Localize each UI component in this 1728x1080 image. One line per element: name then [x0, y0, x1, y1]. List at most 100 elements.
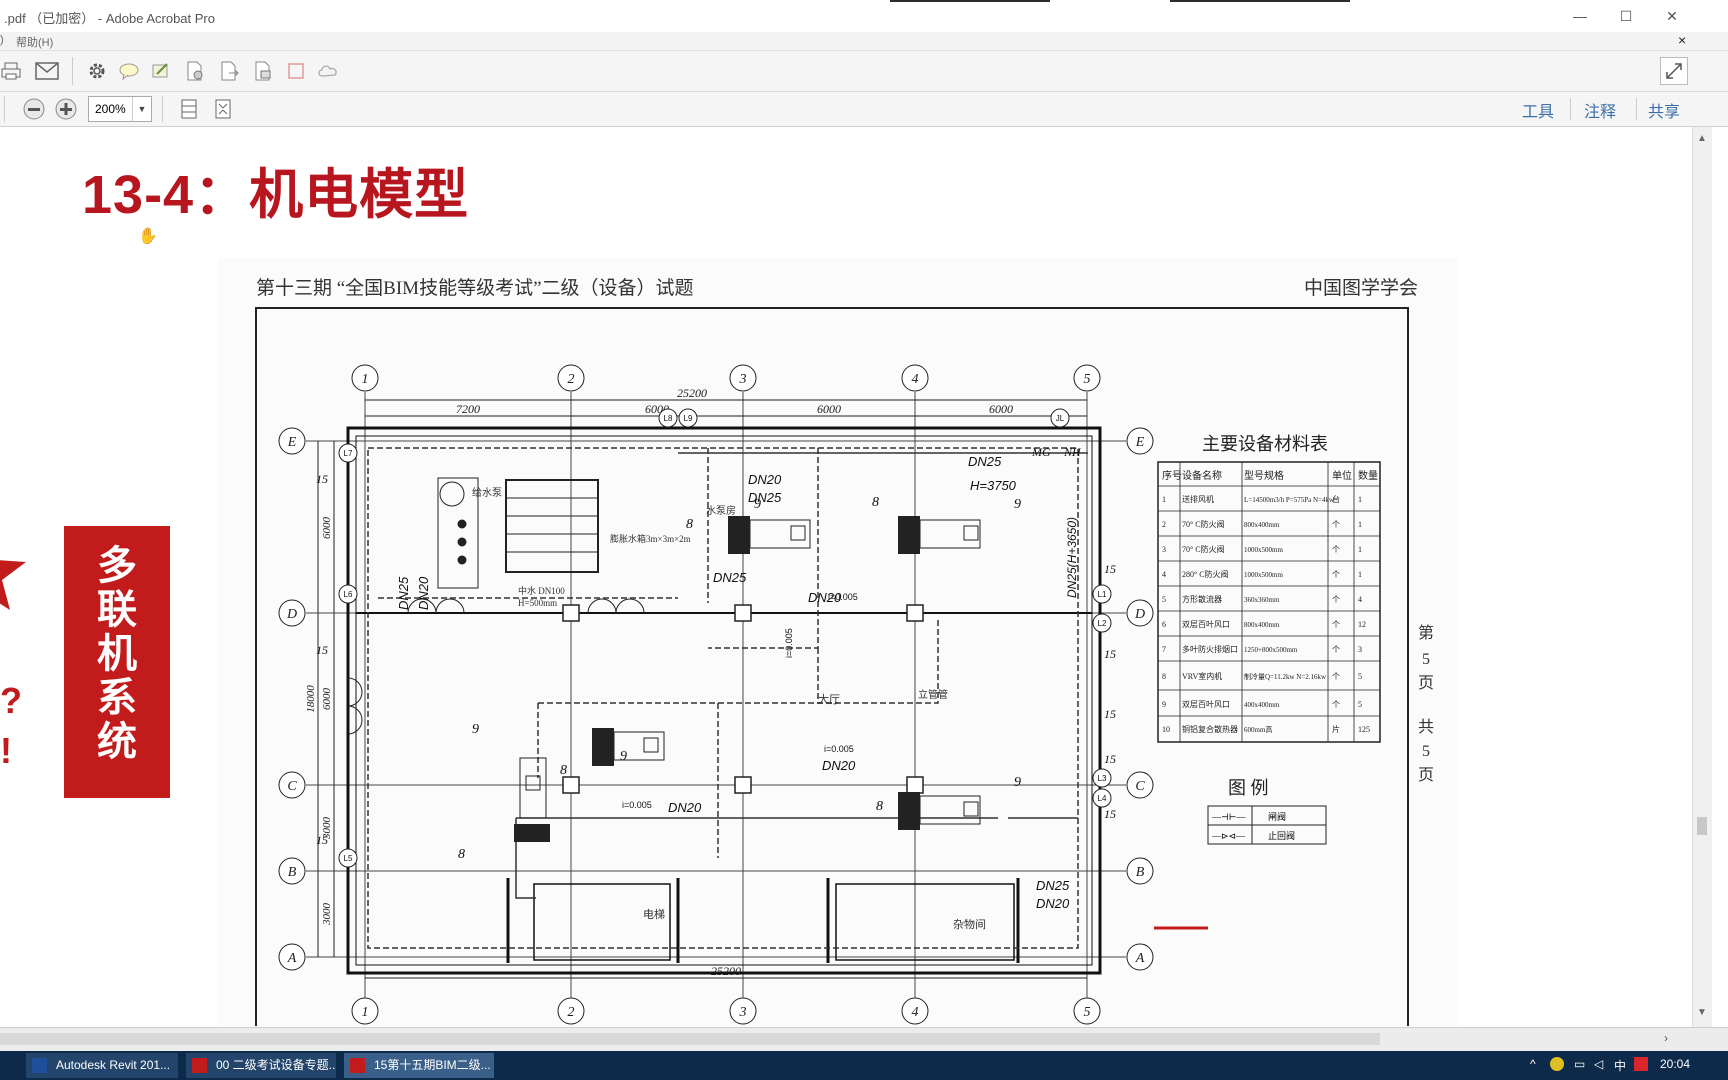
document-close-button[interactable]: ×: [1678, 32, 1686, 48]
legend-label: 止回阀: [1268, 830, 1295, 841]
main-water-elevation: H=500mm: [518, 598, 557, 608]
fit-width-icon[interactable]: [178, 97, 200, 121]
elevation-label-riser: DN25(H+3650): [1065, 517, 1079, 598]
document-settings-icon[interactable]: [184, 59, 206, 83]
equipment-table-cell: 9: [1162, 700, 1166, 709]
zoom-level-field[interactable]: 200% ▼: [88, 96, 152, 122]
dimension-tag: 15: [316, 643, 328, 657]
tray-expand-icon[interactable]: ^: [1530, 1057, 1536, 1071]
ime-indicator[interactable]: 中: [1614, 1057, 1626, 1074]
dimension-span-left: 3000: [321, 903, 333, 927]
export-document-icon[interactable]: [218, 59, 240, 83]
cloud-tool-icon[interactable]: [316, 59, 340, 83]
navigation-toolbar: [0, 92, 1728, 127]
axis-label-left: B: [288, 865, 297, 880]
gear-icon[interactable]: [86, 59, 108, 83]
horizontal-scroll-thumb[interactable]: [0, 1033, 1380, 1045]
axis-label-bottom: 5: [1084, 1005, 1091, 1020]
tools-pane-link[interactable]: 工具: [1522, 98, 1554, 122]
zoom-out-icon[interactable]: [22, 97, 46, 121]
taskbar-item-pdf-2[interactable]: 15第十五期BIM二级...: [344, 1053, 494, 1078]
equipment-table-cell: 个: [1332, 620, 1340, 629]
slope-label: i=0.005: [828, 592, 858, 602]
page-indicator: 页: [1418, 675, 1434, 692]
window-title: .pdf （已加密） - Adobe Acrobat Pro: [4, 11, 215, 26]
dimension-tag: 15: [1104, 752, 1116, 766]
legend-label: 闸阀: [1268, 812, 1286, 822]
sheet-header-left: 第十三期 “全国BIM技能等级考试”二级（设备）试题: [256, 277, 694, 299]
pipe-size-label: DN20: [822, 758, 856, 773]
corner-tag: MG: [1031, 445, 1051, 459]
equipment-table-cell: VRV室内机: [1182, 671, 1222, 681]
tray-app-icon[interactable]: [1550, 1057, 1564, 1071]
comment-icon[interactable]: [118, 59, 140, 83]
equipment-tag: 8: [876, 799, 883, 814]
slide-fragment-exclaim: !: [0, 730, 12, 771]
vertical-scrollbar[interactable]: ▲ ▼: [1692, 127, 1713, 1027]
equipment-table-cell: 10: [1162, 725, 1170, 734]
level-tag: L4: [1098, 794, 1107, 803]
axis-label-left: C: [287, 779, 297, 794]
equipment-table-header: 数量: [1358, 469, 1378, 482]
pipe-size-label: DN25: [968, 454, 1002, 469]
zoom-in-icon[interactable]: [54, 97, 78, 121]
equipment-table-cell: 方形散流器: [1182, 594, 1222, 604]
menu-item-help[interactable]: 帮助(H): [16, 34, 53, 50]
menu-item-edit[interactable]: ): [0, 34, 4, 46]
taskbar-item-label: 15第十五期BIM二级...: [374, 1058, 491, 1072]
level-tag: L3: [1098, 774, 1107, 783]
network-icon[interactable]: ▭: [1574, 1057, 1585, 1071]
minimize-button[interactable]: —: [1566, 6, 1594, 26]
rectangle-tool-icon[interactable]: [286, 59, 306, 83]
equipment-table-cell: 个: [1332, 520, 1340, 529]
equipment-table-cell: 双层百叶风口: [1182, 620, 1230, 629]
axis-label-left: A: [287, 951, 297, 966]
horizontal-scrollbar[interactable]: ›: [0, 1027, 1728, 1052]
level-tag: L7: [344, 449, 353, 458]
zoom-dropdown-button[interactable]: ▼: [132, 97, 151, 121]
equipment-table-cell: 1250+800x500mm: [1244, 646, 1298, 654]
zoom-level-value: 200%: [95, 102, 126, 116]
room-label-riser: 立管管: [918, 688, 948, 701]
share-pane-link[interactable]: 共享: [1648, 98, 1680, 122]
dimension-tag: 15: [1104, 807, 1116, 821]
fit-page-icon[interactable]: [212, 97, 234, 121]
taskbar-item-pdf-1[interactable]: 00 二级考试设备专题...: [186, 1053, 336, 1078]
toolbar-separator: [4, 96, 5, 122]
equipment-table-cell: 送排风机: [1182, 494, 1214, 504]
equipment-table-cell: 5: [1162, 595, 1166, 604]
scrollbar-thumb[interactable]: [1697, 817, 1707, 835]
taskbar-item-revit[interactable]: Autodesk Revit 201...: [26, 1053, 178, 1078]
pipe-size-label: DN20: [416, 576, 431, 610]
pipe-size-label: DN20: [668, 800, 702, 815]
print-icon[interactable]: [0, 59, 22, 83]
axis-label-left: D: [286, 607, 297, 622]
stamp-document-icon[interactable]: [252, 59, 274, 83]
side-title-char: 多: [97, 544, 137, 588]
equipment-table-cell: 铜铝复合散热器: [1182, 724, 1238, 734]
close-button[interactable]: ✕: [1658, 6, 1686, 26]
highlight-icon[interactable]: [150, 59, 172, 83]
scroll-up-icon[interactable]: ▲: [1697, 133, 1707, 144]
equipment-table-cell: 3: [1358, 645, 1362, 654]
maximize-button[interactable]: ☐: [1612, 6, 1640, 26]
page-indicator: 5: [1422, 651, 1430, 668]
room-label-hall: 大厅: [818, 692, 840, 706]
legend-symbol: —⊣⊢—: [1211, 812, 1246, 822]
equipment-table-cell: 12: [1358, 620, 1366, 629]
comment-pane-link[interactable]: 注释: [1584, 98, 1616, 122]
room-label-water-room: 水泵房: [706, 504, 736, 517]
fullscreen-icon[interactable]: [1660, 57, 1688, 85]
equipment-table-cell: 600mm高: [1244, 725, 1272, 734]
volume-icon[interactable]: ◁: [1594, 1057, 1603, 1071]
legend-title: 图 例: [1228, 778, 1269, 798]
axis-label-right: E: [1135, 435, 1145, 450]
input-method-icon[interactable]: [1634, 1057, 1648, 1071]
clock[interactable]: 20:04: [1660, 1057, 1690, 1071]
axis-label-right: D: [1134, 607, 1145, 622]
side-title-char: 系: [97, 676, 137, 720]
equipment-tag: 9: [754, 497, 761, 512]
scroll-right-icon[interactable]: ›: [1664, 1031, 1668, 1045]
scroll-down-icon[interactable]: ▼: [1697, 1007, 1707, 1018]
email-icon[interactable]: [34, 59, 60, 83]
